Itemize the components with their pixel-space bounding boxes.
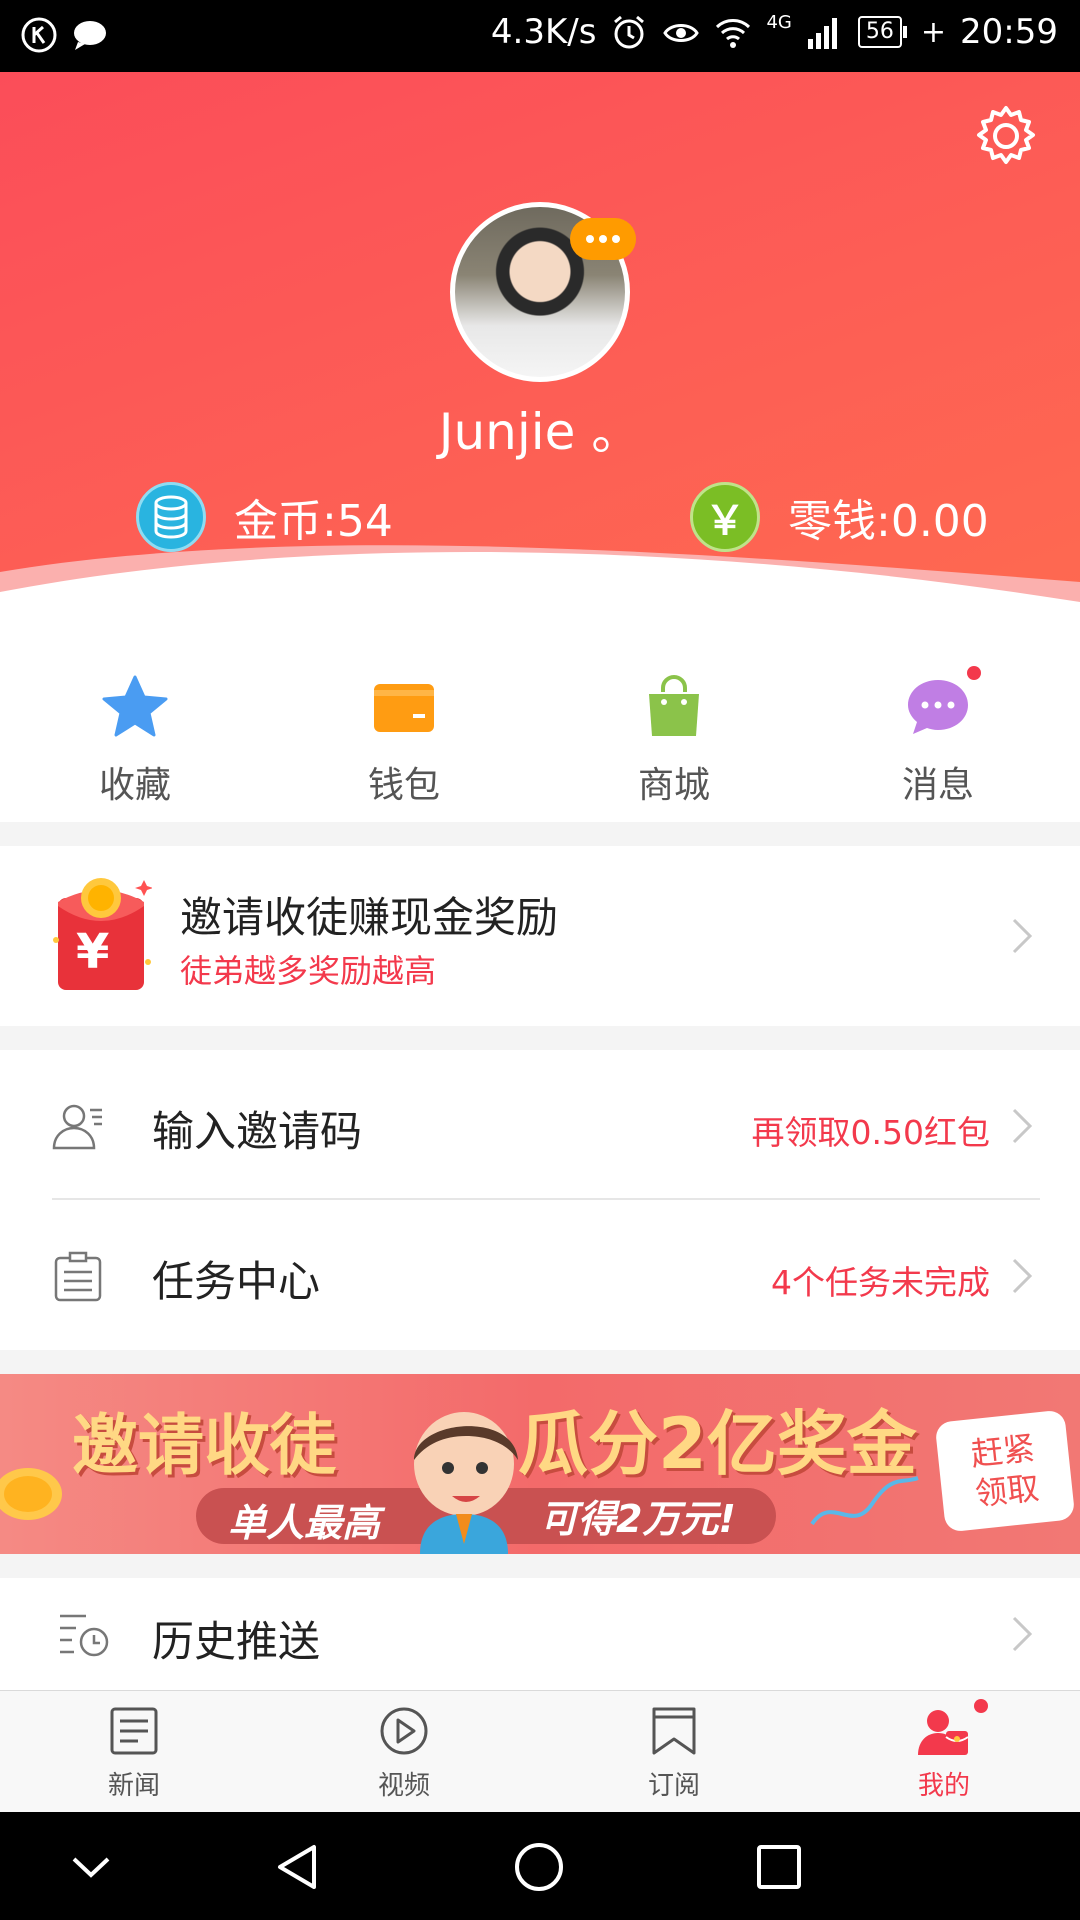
chevron-right-icon [1012,918,1033,954]
eye-comfort-icon [663,24,700,42]
battery-indicator: 56 [857,16,907,48]
history-clock-icon [60,1614,109,1657]
banner-cta-badge[interactable]: 赶紧领取 [934,1409,1076,1533]
invite-subtitle: 徒弟越多奖励越高 [180,952,437,990]
clipboard-task-icon [54,1251,102,1302]
menu-list: 输入邀请码 再领取0.50红包 任务中心 4个任务未完成 [0,1050,1080,1350]
task-center-hint: 4个任务未完成 [771,1263,990,1302]
battery-level: 56 [857,16,902,48]
quick-messages[interactable]: 消息 [858,666,1018,808]
shopping-bag-icon [639,672,709,742]
chevron-right-icon [1012,1616,1033,1652]
play-circle-icon [378,1705,430,1757]
task-center-label: 任务中心 [152,1257,321,1306]
charging-icon: + [920,14,947,50]
clock-time: 20:59 [960,12,1058,52]
wifi-icon [716,19,751,48]
quick-wallet[interactable]: 钱包 [324,672,484,808]
tab-label: 订阅 [647,1771,700,1801]
invite-code-label: 输入邀请码 [152,1107,363,1156]
envelope-yen-glyph: ¥ [76,924,110,980]
invite-title: 邀请收徒赚现金奖励 [180,893,559,942]
star-icon [100,672,170,742]
profile-header: Junjie 。 金币:54 ￥ 零钱:0.00 [0,72,1080,632]
header-wave [0,545,1080,632]
network-type: 4G [766,11,792,33]
ribbon-decoration [810,1476,919,1526]
invite-code-row[interactable]: 输入邀请码 再领取0.50红包 [0,1050,1080,1200]
banner-sub-right: 可得2万元! [540,1497,736,1541]
bottom-tab-bar: 新闻 视频 订阅 我的 [0,1690,1080,1812]
quick-mall[interactable]: 商城 [594,672,754,808]
task-center-row[interactable]: 任务中心 4个任务未完成 [0,1200,1080,1350]
unread-dot [967,666,981,680]
banner-cta-label: 赶紧领取 [969,1428,1041,1514]
invite-code-hint: 再领取0.50红包 [751,1113,990,1152]
quick-label: 钱包 [367,765,440,806]
message-bubble-icon [903,666,981,742]
gold-coin-icon [0,1468,62,1520]
chevron-right-icon [1012,1108,1033,1144]
chat-notification-icon [74,21,106,50]
tab-label: 我的 [917,1771,970,1801]
nav-hide-chevron-icon[interactable] [66,1842,116,1892]
cell-signal-icon [807,18,837,49]
history-push-label: 历史推送 [152,1617,321,1666]
promo-banner[interactable]: 邀请收徒 单人最高 瓜分2亿奖金 可得2万元! 赶紧领取 [0,1374,1080,1554]
alarm-icon [614,15,645,49]
settings-gear-icon[interactable] [974,104,1038,168]
quick-actions: 收藏 钱包 商城 消息 [0,632,1080,822]
tab-mine[interactable]: 我的 [864,1699,1024,1802]
user-add-icon [52,1104,102,1150]
tab-news[interactable]: 新闻 [54,1705,214,1802]
status-bar: 4.3K/s 4G 56 + 20:59 [0,0,1080,72]
nav-recents-icon[interactable] [754,1842,804,1892]
banner-sub-left: 单人最高 [228,1501,381,1545]
avatar[interactable] [450,202,636,382]
history-push-row[interactable]: 历史推送 [0,1578,1080,1690]
username[interactable]: Junjie 。 [0,392,1080,464]
tab-video[interactable]: 视频 [324,1705,484,1802]
k-app-icon [21,17,57,53]
unread-dot [974,1699,988,1713]
tab-subscribe[interactable]: 订阅 [594,1705,754,1802]
banner-headline-left: 邀请收徒 [72,1407,336,1484]
chevron-right-icon [1012,1258,1033,1294]
more-badge-icon [570,218,636,260]
quick-label: 商城 [637,765,710,806]
quick-favorites[interactable]: 收藏 [55,672,215,808]
profile-icon [918,1699,988,1757]
wallet-icon [369,672,439,742]
bookmark-icon [648,1705,700,1757]
tab-label: 视频 [377,1771,430,1801]
invite-card[interactable]: ¥ 邀请收徒赚现金奖励 徒弟越多奖励越高 [0,846,1080,1026]
quick-label: 消息 [901,765,974,806]
news-icon [108,1705,160,1757]
system-nav-bar [0,1812,1080,1920]
nav-home-icon[interactable] [514,1842,564,1892]
network-speed: 4.3K/s [490,12,597,52]
cartoon-mascot-icon [414,1412,518,1554]
tab-label: 新闻 [107,1771,160,1801]
nav-back-icon[interactable] [274,1842,324,1892]
battery-tip [902,26,907,38]
quick-label: 收藏 [98,765,171,806]
